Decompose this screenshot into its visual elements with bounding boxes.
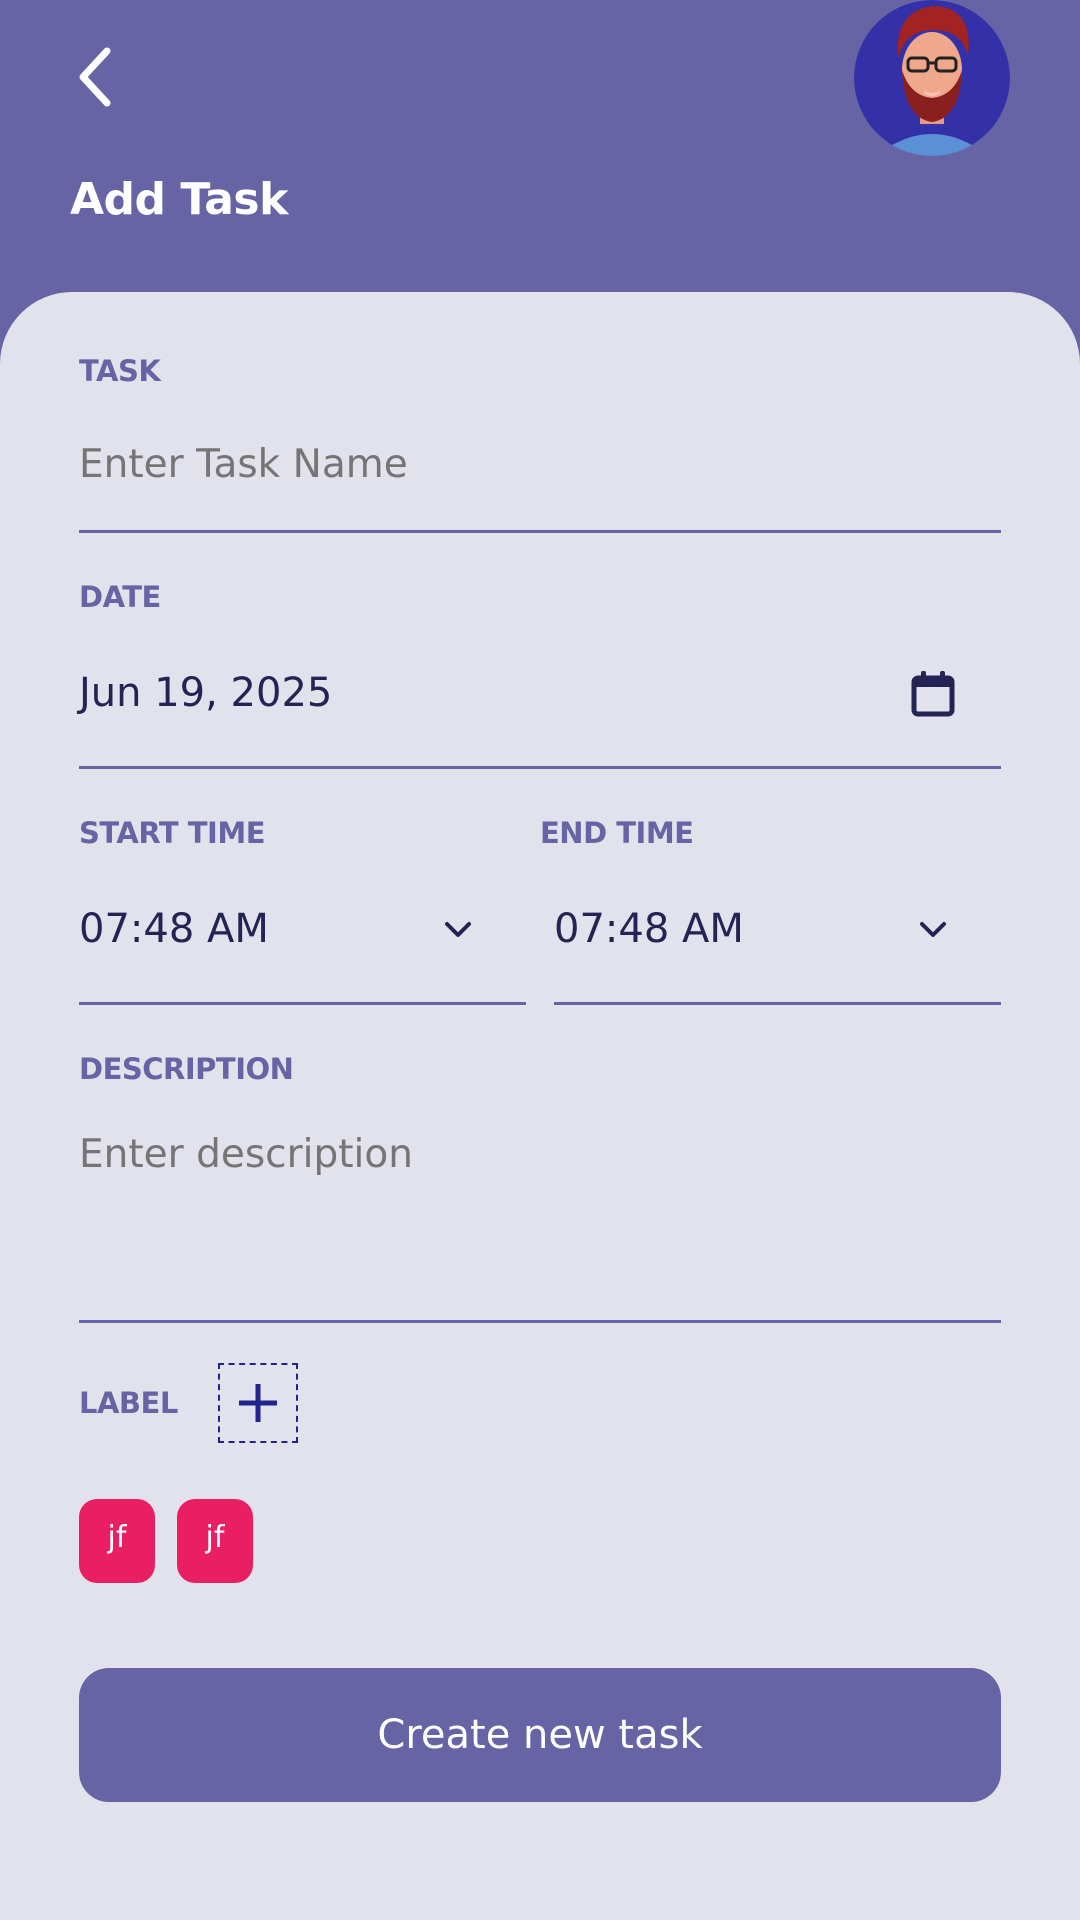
app-root: Add Task TASK Enter Task Name DATE Jun 1… — [0, 0, 1080, 1920]
calendar-button[interactable] — [906, 666, 960, 722]
end-time-underline — [554, 1002, 1001, 1005]
back-button[interactable] — [62, 40, 128, 114]
chevron-down-icon — [445, 922, 471, 937]
end-time-label: END TIME — [540, 816, 694, 850]
task-name-input[interactable] — [79, 436, 999, 492]
header: Add Task — [0, 0, 1080, 300]
end-time-dropdown[interactable] — [915, 912, 951, 948]
end-time-value[interactable]: 07:48 AM — [554, 906, 744, 952]
start-time-label: START TIME — [79, 816, 266, 850]
date-label: DATE — [79, 580, 161, 614]
task-underline — [79, 530, 1001, 533]
chevron-down-icon — [920, 922, 946, 937]
description-label: DESCRIPTION — [79, 1052, 294, 1086]
label-label: LABEL — [79, 1386, 178, 1420]
description-input[interactable] — [79, 1132, 999, 1302]
start-time-dropdown[interactable] — [440, 912, 476, 948]
plus-icon — [239, 1384, 277, 1422]
task-label: TASK — [79, 354, 161, 388]
date-underline — [79, 766, 1001, 769]
avatar[interactable] — [854, 0, 1010, 156]
date-value[interactable]: Jun 19, 2025 — [79, 670, 332, 716]
add-label-button[interactable] — [218, 1363, 298, 1443]
page-title: Add Task — [70, 174, 288, 225]
user-avatar-icon — [854, 0, 1010, 156]
label-chip[interactable]: jf — [177, 1499, 253, 1583]
calendar-icon — [911, 671, 955, 717]
description-underline — [79, 1320, 1001, 1323]
chevron-left-icon — [79, 47, 111, 107]
label-chip[interactable]: jf — [79, 1499, 155, 1583]
start-time-underline — [79, 1002, 526, 1005]
start-time-value[interactable]: 07:48 AM — [79, 906, 269, 952]
create-task-button[interactable]: Create new task — [79, 1668, 1001, 1802]
